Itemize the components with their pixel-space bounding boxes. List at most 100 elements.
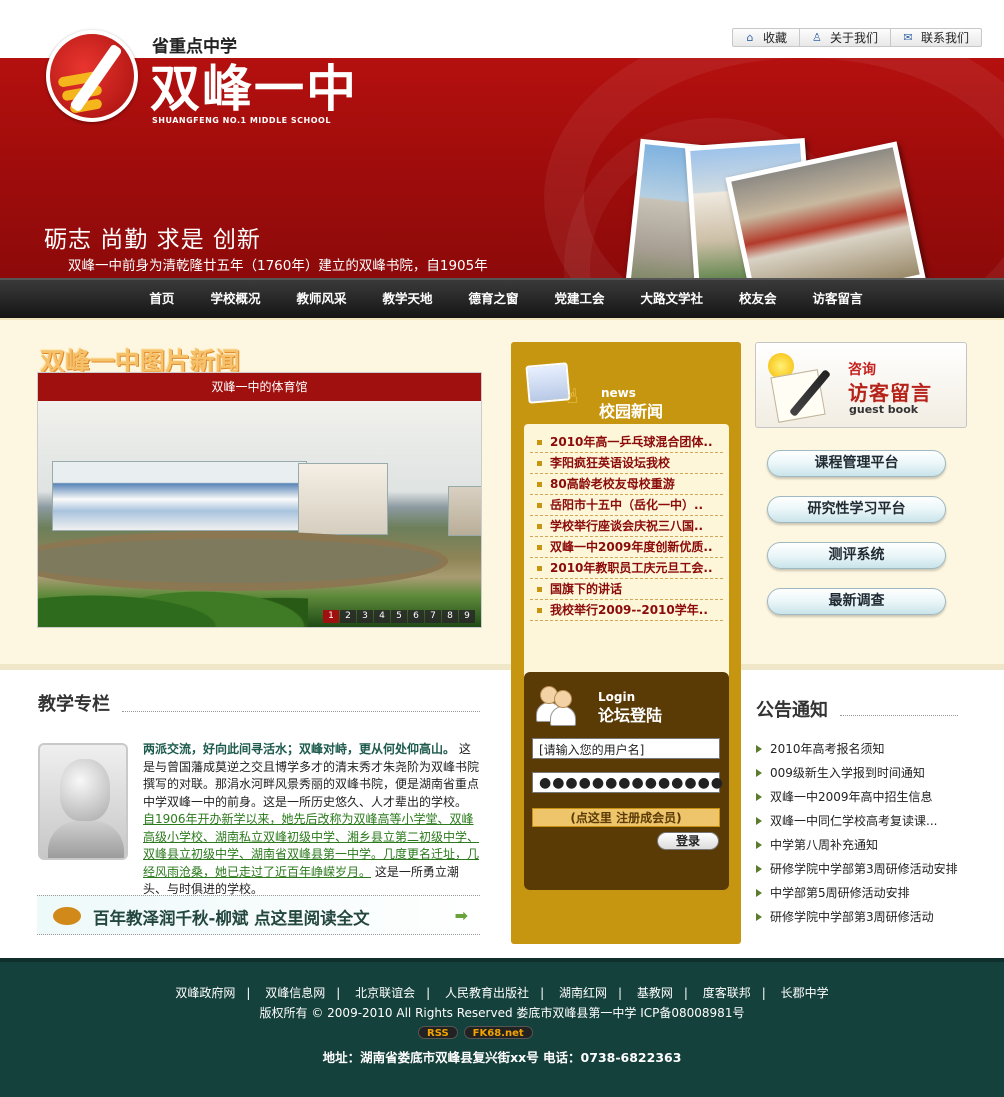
notice-list: 2010年高考报名须知 009级新生入学报到时间通知 双峰一中2009年高中招生… — [756, 737, 966, 929]
teaching-text: 两派交流，好向此间寻活水；双峰对峙，更从何处仰高山。 这是与曾国藩成莫逆之交且博… — [143, 741, 481, 899]
school-name: 双峰一中 — [150, 60, 358, 118]
notice-item[interactable]: 中学部第5周研修活动安排 — [756, 881, 966, 905]
news-column: ☝ news 校园新闻 2010年高一乒乓球混合团体.. 李阳疯狂英语设坛我校 … — [511, 342, 741, 944]
survey-button[interactable]: 最新调查 — [767, 588, 946, 615]
footer-link[interactable]: 双峰信息网 — [265, 986, 325, 1000]
news-item[interactable]: 双峰一中2009年度创新优质.. — [530, 537, 723, 558]
news-item[interactable]: 我校举行2009--2010学年.. — [530, 600, 723, 621]
footer-badges: RSS FK68.net — [418, 1026, 533, 1039]
password-input[interactable]: ●●●●●●●●●●●●●● — [532, 772, 723, 793]
header-photos — [623, 137, 928, 278]
notices-section-title: 公告通知 — [756, 700, 828, 721]
slide-page-button[interactable]: 1 — [323, 610, 339, 623]
slide-page-button[interactable]: 5 — [391, 610, 407, 623]
news-item[interactable]: 2010年高一乒乓球混合团体.. — [530, 432, 723, 453]
picture-news-slider[interactable]: 双峰一中的体育馆 1 2 3 4 5 6 7 8 9 — [37, 372, 482, 628]
key-school-label: 省重点中学 — [152, 37, 237, 57]
footer-link[interactable]: 度客联邦 — [703, 986, 751, 1000]
user-icon: ♙ — [812, 31, 822, 44]
news-item[interactable]: 80高龄老校友母校重游 — [530, 474, 723, 495]
news-list: 2010年高一乒乓球混合团体.. 李阳疯狂英语设坛我校 80高龄老校友母校重游 … — [524, 424, 729, 689]
news-item[interactable]: 李阳疯狂英语设坛我校 — [530, 453, 723, 474]
about-us-link[interactable]: ♙ 关于我们 — [800, 28, 891, 47]
login-button[interactable]: 登录 — [657, 832, 719, 850]
news-header: ☝ news 校园新闻 — [523, 360, 729, 430]
course-platform-button[interactable]: 课程管理平台 — [767, 450, 946, 477]
nav-literature[interactable]: 大路文学社 — [623, 280, 722, 318]
news-icon: ☝ — [525, 362, 579, 408]
nav-home[interactable]: 首页 — [131, 280, 192, 318]
slide-page-button[interactable]: 7 — [425, 610, 441, 623]
notice-item[interactable]: 研修学院中学部第3周研修活动安排 — [756, 857, 966, 881]
footer-link[interactable]: 北京联谊会 — [355, 986, 415, 1000]
notice-item[interactable]: 研修学院中学部第3周研修活动 — [756, 905, 966, 929]
slide-page-button[interactable]: 9 — [459, 610, 475, 623]
assessment-system-button[interactable]: 测评系统 — [767, 542, 946, 569]
read-more-bar[interactable]: 百年教泽润千秋-柳斌 点这里阅读全文 ➡ — [37, 895, 480, 935]
couplet-quote: 两派交流，好向此间寻活水；双峰对峙，更从何处仰高山。 — [143, 742, 456, 756]
site-footer: 双峰政府网 | 双峰信息网 | 北京联谊会 | 人民教育出版社 | 湖南红网 | 基教网 |… — [0, 958, 1004, 1097]
nav-party[interactable]: 党建工会 — [537, 280, 623, 318]
news-item[interactable]: 国旗下的讲话 — [530, 579, 723, 600]
school-name-en: SHUANGFENG NO.1 MIDDLE SCHOOL — [152, 116, 331, 125]
friend-links: 双峰政府网 | 双峰信息网 | 北京联谊会 | 人民教育出版社 | 湖南红网 | 基教网 |… — [175, 986, 829, 1000]
login-label: 论坛登陆 — [598, 706, 663, 725]
guestbook-title: 访客留言 — [848, 381, 932, 405]
top-links: ⌂ 收藏 ♙ 关于我们 ✉ 联系我们 — [731, 28, 982, 47]
guestbook-en: guest book — [849, 403, 919, 416]
fk68-badge[interactable]: FK68.net — [463, 1026, 533, 1039]
main-nav: 首页 学校概况 教师风采 教学天地 德育之窗 党建工会 大路文学社 校友会 访客… — [0, 278, 1004, 318]
divider — [840, 715, 958, 716]
guestbook-banner[interactable]: 咨询 访客留言 guest book — [755, 342, 967, 428]
nav-about[interactable]: 学校概况 — [192, 280, 278, 318]
teaching-section-title: 教学专栏 — [38, 694, 110, 715]
notice-item[interactable]: 2010年高考报名须知 — [756, 737, 966, 761]
footer-link[interactable]: 长郡中学 — [781, 986, 829, 1000]
footer-link[interactable]: 基教网 — [637, 986, 673, 1000]
top-bar: ⌂ 收藏 ♙ 关于我们 ✉ 联系我们 — [0, 0, 1004, 58]
news-item[interactable]: 学校举行座谈会庆祝三八国.. — [530, 516, 723, 537]
footer-link[interactable]: 人民教育出版社 — [445, 986, 529, 1000]
slide-image[interactable]: 1 2 3 4 5 6 7 8 9 — [38, 401, 481, 627]
contact-us-link[interactable]: ✉ 联系我们 — [891, 28, 981, 47]
research-platform-button[interactable]: 研究性学习平台 — [767, 496, 946, 523]
news-item[interactable]: 岳阳市十五中（岳化一中）.. — [530, 495, 723, 516]
username-input[interactable]: [请输入您的用户名] — [532, 738, 720, 759]
register-button[interactable]: (点这里 注册成会员) — [532, 808, 720, 827]
slide-page-button[interactable]: 4 — [374, 610, 390, 623]
users-icon — [536, 682, 576, 726]
divider — [122, 711, 480, 712]
nav-teachers[interactable]: 教师风采 — [278, 280, 364, 318]
notice-item[interactable]: 双峰一中同仁学校高考复读课... — [756, 809, 966, 833]
footer-link[interactable]: 双峰政府网 — [175, 986, 235, 1000]
read-more-link[interactable]: 百年教泽润千秋-柳斌 点这里阅读全文 — [93, 905, 370, 929]
mail-icon: ✉ — [903, 31, 913, 44]
slide-page-button[interactable]: 6 — [408, 610, 424, 623]
speech-bubble-icon — [53, 907, 81, 925]
guestbook-small-label: 咨询 — [848, 362, 876, 378]
arrow-right-icon[interactable]: ➡ — [455, 906, 468, 925]
slide-page-button[interactable]: 2 — [340, 610, 356, 623]
nav-guestbook[interactable]: 访客留言 — [795, 280, 881, 318]
nav-moral[interactable]: 德育之窗 — [450, 280, 536, 318]
slide-pager: 1 2 3 4 5 6 7 8 9 — [323, 610, 475, 623]
news-label: 校园新闻 — [599, 402, 664, 421]
slide-caption[interactable]: 双峰一中的体育馆 — [38, 373, 481, 401]
address: 地址：湖南省娄底市双峰县复兴街xx号 电话：0738-6822363 — [322, 1050, 682, 1065]
nav-alumni[interactable]: 校友会 — [721, 280, 795, 318]
news-item[interactable]: 2010年教职员工庆元旦工会.. — [530, 558, 723, 579]
notice-item[interactable]: 009级新生入学报到时间通知 — [756, 761, 966, 785]
school-intro: 双峰一中前身为清乾隆廿五年（1760年）建立的双峰书院，自1905年议创新学以来… — [68, 258, 488, 274]
footer-link[interactable]: 湖南红网 — [559, 986, 607, 1000]
slide-page-button[interactable]: 3 — [357, 610, 373, 623]
nav-teaching[interactable]: 教学天地 — [364, 280, 450, 318]
notice-item[interactable]: 中学第八周补充通知 — [756, 833, 966, 857]
rss-badge[interactable]: RSS — [418, 1026, 458, 1039]
slide-page-button[interactable]: 8 — [442, 610, 458, 623]
school-motto: 砺志 尚勤 求是 创新 — [44, 227, 261, 253]
notice-item[interactable]: 双峰一中2009年高中招生信息 — [756, 785, 966, 809]
school-logo[interactable] — [46, 30, 138, 122]
forum-login-box: Login 论坛登陆 [请输入您的用户名] ●●●●●●●●●●●●●● (点这… — [524, 672, 729, 890]
home-icon: ⌂ — [746, 31, 754, 44]
bookmark-link[interactable]: ⌂ 收藏 — [733, 28, 800, 47]
